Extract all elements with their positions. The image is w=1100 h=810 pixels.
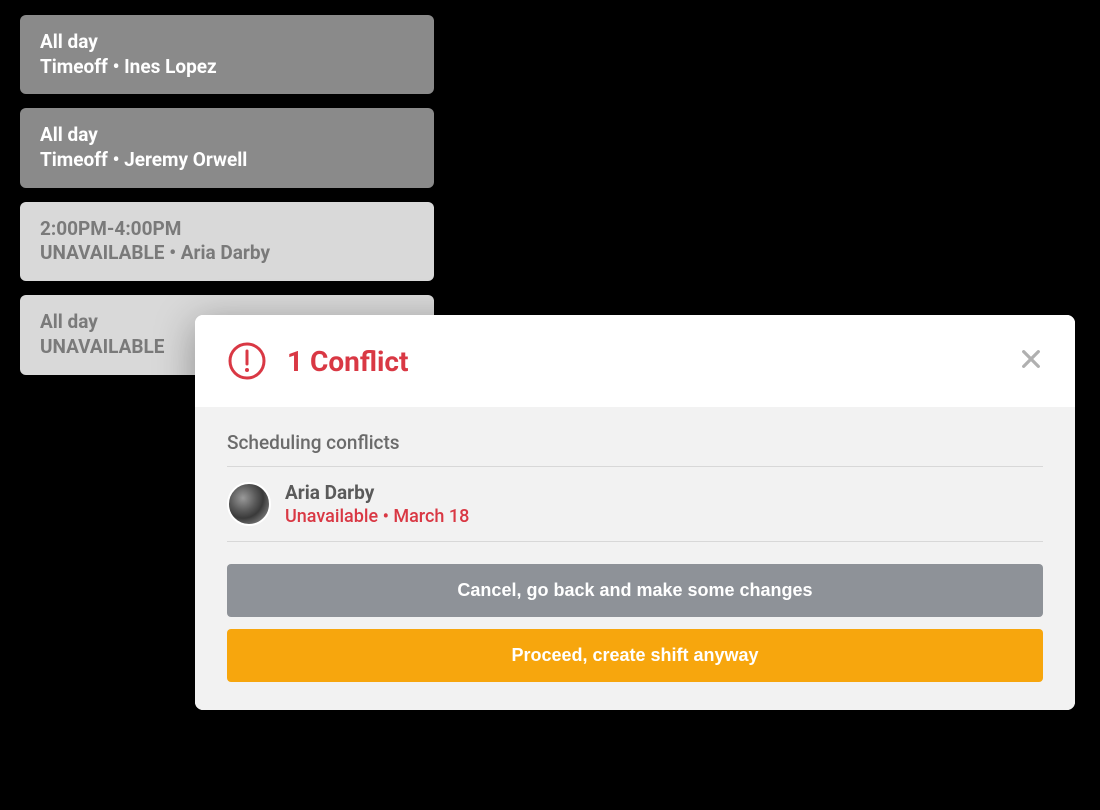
schedule-card[interactable]: All day Timeoff • Ines Lopez — [20, 15, 434, 94]
dialog-body: Scheduling conflicts Aria Darby Unavaila… — [195, 407, 1075, 710]
close-icon — [1020, 345, 1042, 377]
dialog-header: 1 Conflict — [195, 315, 1075, 407]
section-title: Scheduling conflicts — [227, 431, 1043, 467]
card-time: All day — [40, 30, 414, 55]
dialog-title: 1 Conflict — [287, 345, 408, 378]
conflict-dialog: 1 Conflict Scheduling conflicts Aria Dar… — [195, 315, 1075, 710]
dialog-actions: Cancel, go back and make some changes Pr… — [227, 564, 1043, 682]
conflict-item: Aria Darby Unavailable • March 18 — [227, 467, 1043, 542]
card-detail: UNAVAILABLE • Aria Darby — [40, 241, 414, 266]
avatar — [227, 482, 271, 526]
card-detail: Timeoff • Ines Lopez — [40, 55, 414, 80]
alert-circle-icon — [227, 341, 267, 381]
card-detail: Timeoff • Jeremy Orwell — [40, 148, 414, 173]
schedule-card[interactable]: 2:00PM-4:00PM UNAVAILABLE • Aria Darby — [20, 202, 434, 281]
cancel-button[interactable]: Cancel, go back and make some changes — [227, 564, 1043, 617]
conflict-name: Aria Darby — [285, 481, 469, 504]
card-time: 2:00PM-4:00PM — [40, 217, 414, 242]
schedule-card[interactable]: All day Timeoff • Jeremy Orwell — [20, 108, 434, 187]
card-time: All day — [40, 123, 414, 148]
close-button[interactable] — [1015, 345, 1047, 377]
conflict-info: Aria Darby Unavailable • March 18 — [285, 481, 469, 527]
conflict-reason: Unavailable • March 18 — [285, 506, 469, 527]
proceed-button[interactable]: Proceed, create shift anyway — [227, 629, 1043, 682]
